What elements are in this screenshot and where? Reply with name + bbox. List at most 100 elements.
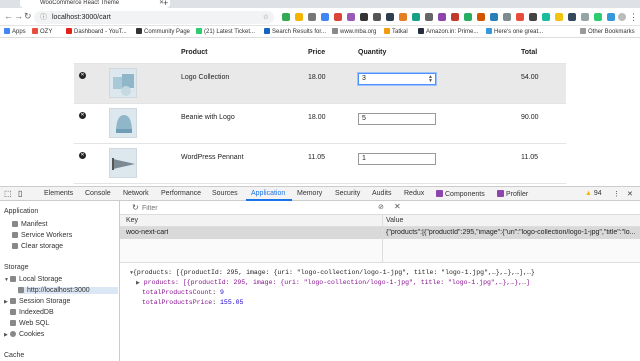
extension-icon[interactable] <box>399 13 407 21</box>
back-icon[interactable]: ← <box>4 11 13 21</box>
sidebar-item-clear-storage[interactable]: Clear storage <box>12 243 63 250</box>
inspect-element-icon[interactable]: ⬚ <box>4 189 12 198</box>
quantity-input[interactable]: 3 ▲ ▼ <box>358 73 436 85</box>
preview-root-line[interactable]: ▼{products: [{productId: 295, image: {ur… <box>130 269 535 276</box>
column-key[interactable]: Key <box>126 217 138 224</box>
tab-elements[interactable]: Elements <box>44 190 73 197</box>
extension-icon[interactable] <box>373 13 381 21</box>
other-bookmarks[interactable]: Other Bookmarks <box>580 28 635 35</box>
device-toolbar-icon[interactable]: ▯ <box>18 189 22 198</box>
tab-profiler[interactable]: Profiler <box>497 190 528 198</box>
extension-icon[interactable] <box>555 13 563 21</box>
delete-selected-icon[interactable]: ✕ <box>394 202 401 211</box>
tab-application[interactable]: Application <box>251 190 285 197</box>
extension-icon[interactable] <box>594 13 602 21</box>
extension-icon[interactable] <box>568 13 576 21</box>
bookmark-item[interactable]: Here's one great... <box>486 28 543 35</box>
tab-components[interactable]: Components <box>436 190 485 198</box>
preview-products-line[interactable]: ▶ products: [{productId: 295, image: {ur… <box>136 279 530 286</box>
filter-input[interactable] <box>142 203 366 213</box>
product-name[interactable]: Beanie with Logo <box>181 114 235 121</box>
column-value[interactable]: Value <box>386 217 403 224</box>
extension-icon[interactable] <box>516 13 524 21</box>
extension-icon[interactable] <box>386 13 394 21</box>
extension-icon[interactable] <box>438 13 446 21</box>
extension-icon[interactable] <box>347 13 355 21</box>
tab-console[interactable]: Console <box>85 190 111 197</box>
sidebar-item-indexeddb[interactable]: IndexedDB <box>10 309 54 316</box>
bookmark-item[interactable]: Dashboard - YouT... <box>66 28 127 35</box>
bookmark-star-icon[interactable]: ☆ <box>263 11 269 24</box>
browser-tab[interactable]: WooCommerce React Theme ✕ <box>20 0 170 8</box>
sidebar-item-local-storage[interactable]: ▼ Local Storage <box>4 276 62 283</box>
extension-icon[interactable] <box>308 13 316 21</box>
address-bar[interactable]: ⓘ localhost:3000/cart ☆ <box>34 11 274 24</box>
extension-icon[interactable] <box>581 13 589 21</box>
storage-toolbar: ↻ ⊘ ✕ <box>120 201 640 215</box>
bookmark-item[interactable]: Search Results for... <box>264 28 326 35</box>
extension-icon[interactable] <box>477 13 485 21</box>
close-devtools-icon[interactable]: ✕ <box>627 190 633 198</box>
refresh-icon[interactable]: ↻ <box>132 203 139 212</box>
quantity-stepper[interactable]: ▲ ▼ <box>428 75 433 84</box>
collapse-triangle-icon[interactable]: ▶ <box>136 280 140 286</box>
entry-key[interactable]: woo-next-cart <box>126 229 168 236</box>
extension-icon[interactable] <box>360 13 368 21</box>
sidebar-item-web-sql[interactable]: Web SQL <box>10 320 49 327</box>
bookmark-item[interactable]: www.mba.org <box>332 28 376 35</box>
extension-icon[interactable] <box>412 13 420 21</box>
tab-sources[interactable]: Sources <box>212 190 238 197</box>
tab-redux[interactable]: Redux <box>404 190 424 197</box>
amazon-icon <box>418 28 424 34</box>
bookmark-item[interactable]: Apps <box>4 28 26 35</box>
reload-icon[interactable]: ↻ <box>24 11 32 22</box>
new-tab-icon[interactable]: + <box>163 0 168 8</box>
extension-icon[interactable] <box>282 13 290 21</box>
sidebar-item-local-storage-origin[interactable]: http://localhost:3000 <box>18 287 118 294</box>
browser-menu-icon[interactable]: ⋮ <box>629 12 638 23</box>
bookmark-item[interactable]: Amazon.in: Prime... <box>418 28 478 35</box>
forward-icon[interactable]: → <box>14 11 23 21</box>
bookmark-item[interactable]: Tatkal <box>384 28 408 35</box>
tab-memory[interactable]: Memory <box>297 190 322 197</box>
bookmark-item[interactable]: OZY <box>32 28 52 35</box>
quantity-input[interactable]: 1 <box>358 153 436 165</box>
extension-icon[interactable] <box>451 13 459 21</box>
tab-security[interactable]: Security <box>335 190 360 197</box>
extension-icon[interactable] <box>490 13 498 21</box>
product-name[interactable]: Logo Collection <box>181 74 229 81</box>
extension-icon[interactable] <box>607 13 615 21</box>
info-icon[interactable]: ⓘ <box>40 11 47 24</box>
bookmark-item[interactable]: Community Page <box>136 28 190 35</box>
remove-item-icon[interactable]: ✕ <box>79 152 86 159</box>
product-name[interactable]: WordPress Pennant <box>181 154 244 161</box>
extension-icon[interactable] <box>425 13 433 21</box>
tab-strip: WooCommerce React Theme ✕ + <box>0 0 640 8</box>
remove-item-icon[interactable]: ✕ <box>79 112 86 119</box>
entry-value[interactable]: {"products":[{"productId":295,"image":{"… <box>386 229 638 236</box>
bookmark-item[interactable]: (21) Latest Ticket... <box>196 28 255 35</box>
extension-icon[interactable] <box>295 13 303 21</box>
product-image <box>109 68 137 98</box>
tab-audits[interactable]: Audits <box>372 190 391 197</box>
warnings-counter[interactable]: ▲ 94 <box>585 190 602 197</box>
sidebar-item-session-storage[interactable]: ▶ Session Storage <box>4 298 70 305</box>
devtools-menu-icon[interactable]: ⋮ <box>613 190 620 198</box>
sidebar-item-manifest[interactable]: Manifest <box>12 221 47 228</box>
column-divider[interactable] <box>382 215 383 263</box>
remove-item-icon[interactable]: ✕ <box>79 72 86 79</box>
sidebar-item-cookies[interactable]: ▶ Cookies <box>4 331 44 338</box>
extension-icon[interactable] <box>542 13 550 21</box>
tab-network[interactable]: Network <box>123 190 149 197</box>
storage-entry-row[interactable]: woo-next-cart {"products":[{"productId":… <box>120 227 640 239</box>
extension-icon[interactable] <box>464 13 472 21</box>
extension-icon[interactable] <box>503 13 511 21</box>
extension-icon[interactable] <box>334 13 342 21</box>
tab-performance[interactable]: Performance <box>161 190 201 197</box>
extension-icon[interactable] <box>529 13 537 21</box>
sidebar-item-service-workers[interactable]: Service Workers <box>12 232 72 239</box>
clear-all-icon[interactable]: ⊘ <box>378 203 384 211</box>
extension-icon[interactable] <box>321 13 329 21</box>
profile-avatar[interactable] <box>618 13 626 21</box>
quantity-input[interactable]: 5 <box>358 113 436 125</box>
